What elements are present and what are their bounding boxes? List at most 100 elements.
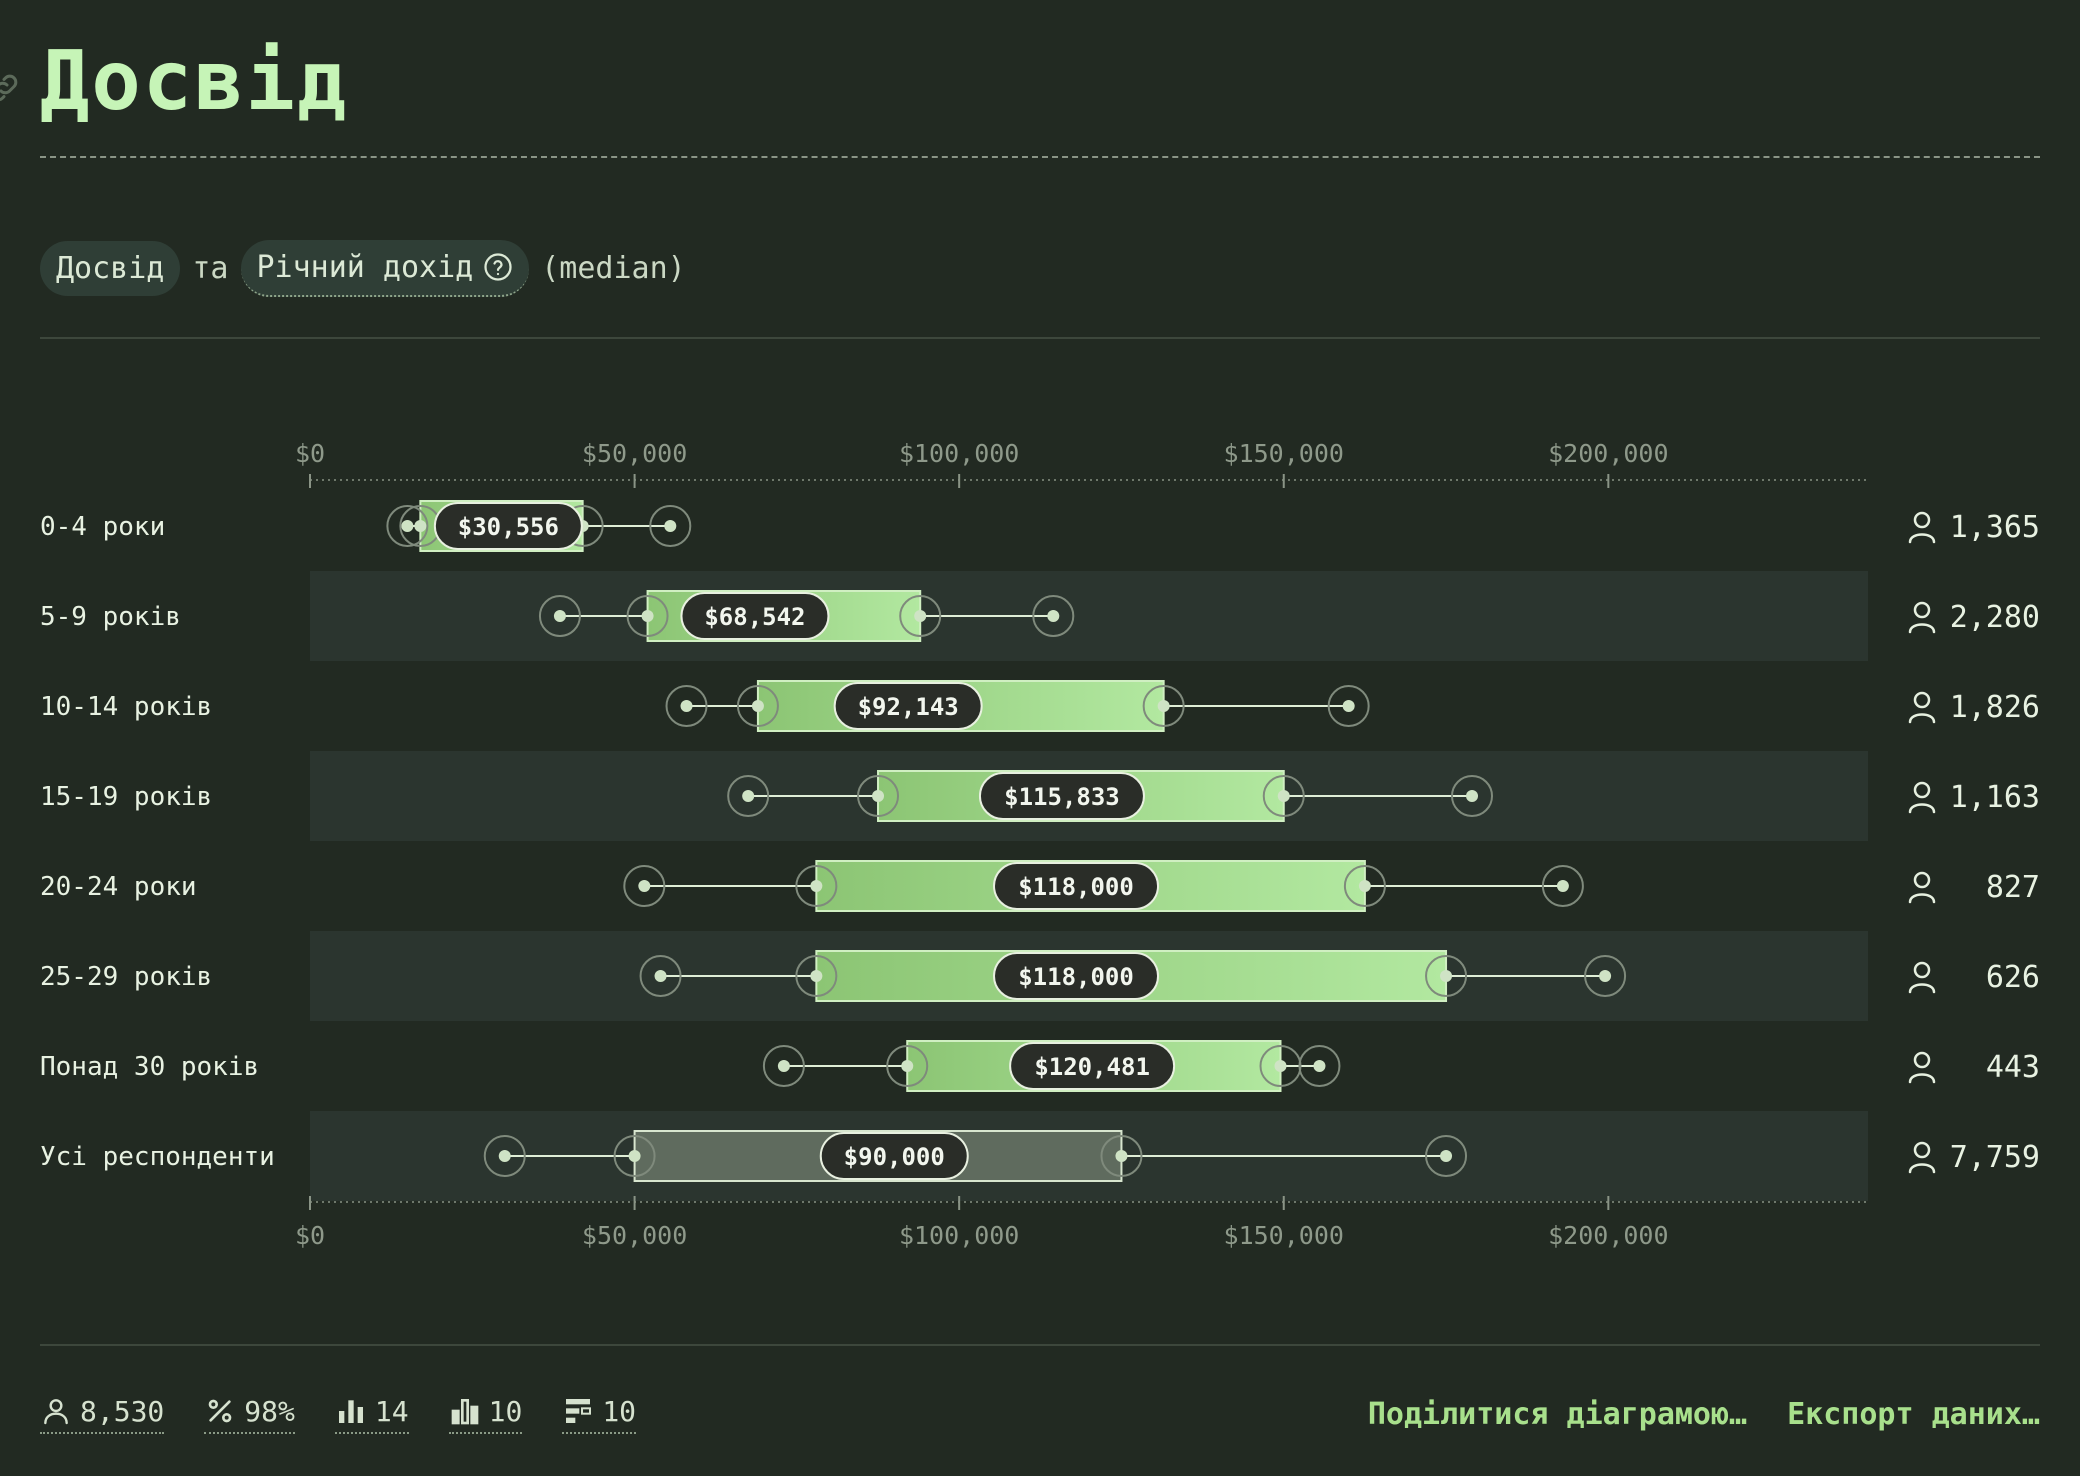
percentile-dot-p10: [680, 700, 693, 712]
percentile-dot-p25: [810, 970, 823, 982]
respondent-count: 626: [1986, 960, 2040, 995]
respondents-count: 8,530: [80, 1394, 165, 1428]
metric-pill[interactable]: Річний дохід: [240, 239, 530, 297]
category-label: 20-24 роки: [40, 872, 197, 902]
respondent-count: 827: [1986, 870, 2040, 905]
user-icon-head: [1913, 511, 1931, 529]
user-icon-head: [1913, 1051, 1931, 1069]
category-label: Понад 30 років: [40, 1052, 259, 1082]
respondents-stat[interactable]: 8,530: [40, 1394, 165, 1434]
percentile-dot-p75: [1277, 790, 1290, 802]
user-icon-body: [1908, 803, 1936, 814]
median-label: $30,556: [458, 513, 559, 541]
respondent-count: 1,826: [1950, 690, 2040, 725]
percentile-dot-p75: [1157, 700, 1170, 712]
percent-icon: [208, 1399, 232, 1423]
respondent-count: 1,365: [1950, 510, 2040, 545]
chart-subtitle: Досвід та Річний дохід (median): [40, 238, 698, 298]
percentile-dot-p90: [1599, 970, 1612, 982]
user-icon: [1908, 1141, 1936, 1174]
respondent-count: 7,759: [1950, 1140, 2040, 1175]
category-label: 10-14 років: [40, 692, 212, 722]
median-label: $68,542: [704, 603, 805, 631]
x-tick-label-top: $0: [295, 439, 325, 468]
percentage-value: 98%: [244, 1394, 295, 1428]
metric-label: Річний дохід: [256, 249, 474, 285]
percentile-dot-p25: [641, 610, 654, 622]
median-label: $118,000: [1018, 873, 1134, 901]
user-icon-head: [1913, 601, 1931, 619]
median-label: $120,481: [1034, 1053, 1150, 1081]
subtitle-connector: та: [192, 250, 229, 286]
box-row: Понад 30 років $120,481 443: [40, 1040, 2040, 1092]
user-icon-head: [1913, 871, 1931, 889]
share-chart-button[interactable]: Поділитися діаграмою…: [1368, 1397, 1747, 1432]
x-tick-label-bottom: $100,000: [899, 1221, 1019, 1250]
percentile-dot-p90: [1342, 700, 1355, 712]
respondent-count: 2,280: [1950, 600, 2040, 635]
boxplot-chart: $0 $50,000 $100,000 $150,000 $200,000 $0 $50,0…: [40, 439, 2040, 1250]
percentile-dot-p90: [1466, 790, 1479, 802]
user-icon-head: [1913, 1141, 1931, 1159]
percentile-dot-p75: [1274, 1060, 1287, 1072]
user-icon: [1908, 511, 1936, 544]
table-icon: [566, 1399, 592, 1423]
percentile-dot-p10: [401, 520, 414, 532]
x-tick-label-bottom: $150,000: [1224, 1221, 1344, 1250]
row-band: [310, 571, 1868, 661]
bar-chart-value: 14: [374, 1394, 409, 1428]
user-icon-body: [1908, 1163, 1936, 1174]
user-icon-head: [1913, 781, 1931, 799]
category-label: 5-9 років: [40, 602, 181, 632]
outline-bars-stat[interactable]: 10: [448, 1394, 523, 1434]
user-icon-head: [1913, 691, 1931, 709]
percentile-dot-p25: [751, 700, 764, 712]
outline-bar-chart-icon: [451, 1399, 478, 1425]
percentile-dot-p25: [628, 1150, 641, 1162]
x-tick-label-top: $150,000: [1224, 439, 1344, 468]
user-icon-body: [1908, 893, 1936, 904]
x-tick-label-bottom: $50,000: [582, 1221, 687, 1250]
table-value: 10: [602, 1394, 637, 1428]
percentile-dot-p90: [1313, 1060, 1326, 1072]
dimension-label: Досвід: [56, 250, 165, 286]
help-icon[interactable]: [483, 252, 513, 282]
percentile-dot-p75: [1115, 1150, 1128, 1162]
outline-bars-value: 10: [488, 1394, 523, 1428]
bar-chart-stat[interactable]: 14: [334, 1394, 409, 1434]
respondent-count: 443: [1986, 1050, 2040, 1085]
section-divider-bottom: [40, 1344, 2040, 1346]
percentile-dot-p90: [1440, 1150, 1453, 1162]
bar-chart-icon: [338, 1400, 363, 1423]
percentile-dot-p90: [1556, 880, 1569, 892]
percentile-dot-p10: [553, 610, 566, 622]
percentile-dot-p75: [1358, 880, 1371, 892]
category-label: Усі респонденти: [40, 1142, 275, 1172]
link-icon[interactable]: [0, 70, 22, 106]
percentile-dot-p25: [810, 880, 823, 892]
box-row: 0-4 роки $30,556 1,365: [40, 500, 2040, 552]
user-icon: [44, 1399, 68, 1425]
percentile-dot-p90: [664, 520, 677, 532]
median-label: $92,143: [858, 693, 959, 721]
user-icon-body: [1908, 713, 1936, 724]
aggregation-label: (median): [541, 250, 686, 286]
user-icon: [1908, 871, 1936, 904]
user-icon-body: [1908, 623, 1936, 634]
section-divider-top: [40, 337, 2040, 339]
user-icon-body: [1908, 1073, 1936, 1084]
respondent-count: 1,163: [1950, 780, 2040, 815]
chart-footer: 8,530 98% 14 10 10 Поділитися діаграмою……: [40, 1384, 2040, 1444]
x-tick-label-bottom: $0: [295, 1221, 325, 1250]
user-icon-body: [1908, 533, 1936, 544]
page-title: Досвід: [40, 34, 349, 129]
x-tick-label-bottom: $200,000: [1548, 1221, 1668, 1250]
median-label: $115,833: [1004, 783, 1120, 811]
percentile-dot-p25: [872, 790, 885, 802]
percentile-dot-p10: [777, 1060, 790, 1072]
table-stat[interactable]: 10: [562, 1394, 637, 1434]
user-icon: [1908, 1051, 1936, 1084]
export-data-button[interactable]: Експорт даних…: [1787, 1397, 2040, 1432]
dimension-pill[interactable]: Досвід: [40, 240, 181, 296]
percentage-stat[interactable]: 98%: [204, 1395, 295, 1434]
